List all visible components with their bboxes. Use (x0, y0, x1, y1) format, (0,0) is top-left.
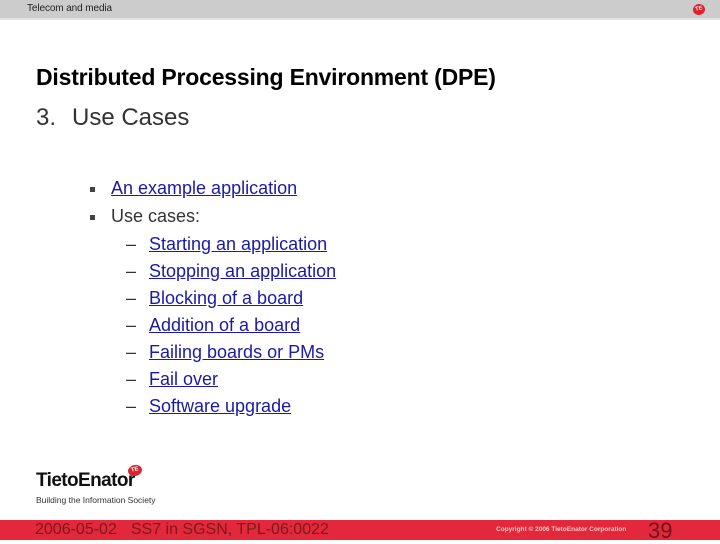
te-logo-icon: TE (691, 2, 707, 17)
dash-bullet-icon: – (126, 261, 137, 281)
logo-tagline: Building the Information Society (36, 495, 156, 505)
header-bar: Telecom and media TE (0, 0, 720, 20)
dash-bullet-icon: – (126, 396, 137, 416)
dash-bullet-icon: – (126, 288, 137, 308)
subtitle-text: Use Cases (72, 104, 190, 131)
logo-wordmark: TietoEnator (36, 470, 135, 491)
dash-bullet-icon: – (126, 234, 137, 254)
use-cases-label: Use cases: (111, 206, 201, 226)
link-addition-of-a-board[interactable]: Addition of a board (149, 315, 300, 336)
slide-subtitle: 3. Use Cases (36, 104, 189, 132)
dash-bullet-icon: – (126, 315, 137, 335)
footer-info: 2006-05-02 SS7 in SGSN, TPL-06:0022 (35, 521, 329, 539)
section-label: Telecom and media (27, 3, 113, 14)
company-logo: TietoEnator TE Building the Information … (36, 463, 156, 505)
footer-doc-ref: SS7 in SGSN, TPL-06:0022 (130, 521, 329, 538)
link-blocking-of-a-board[interactable]: Blocking of a board (149, 288, 303, 309)
subtitle-number: 3. (36, 104, 57, 131)
slide-title: Distributed Processing Environment (DPE) (36, 64, 496, 90)
dash-bullet-icon: – (126, 342, 137, 362)
link-fail-over[interactable]: Fail over (149, 369, 218, 390)
square-bullet-icon (90, 215, 95, 220)
link-failing-boards-or-pms[interactable]: Failing boards or PMs (149, 342, 324, 363)
footer-copyright: Copyright © 2006 TietoEnator Corporation (496, 526, 627, 533)
link-stopping-an-application[interactable]: Stopping an application (149, 261, 336, 282)
page-number: 39 (648, 518, 673, 543)
link-an-example-application[interactable]: An example application (111, 178, 297, 199)
link-software-upgrade[interactable]: Software upgrade (149, 396, 291, 417)
dash-bullet-icon: – (126, 369, 137, 389)
footer-date: 2006-05-02 (35, 521, 117, 538)
square-bullet-icon (90, 187, 95, 192)
footer-bar: 2006-05-02 SS7 in SGSN, TPL-06:0022 Copyr… (0, 518, 720, 543)
link-starting-an-application[interactable]: Starting an application (149, 234, 327, 255)
